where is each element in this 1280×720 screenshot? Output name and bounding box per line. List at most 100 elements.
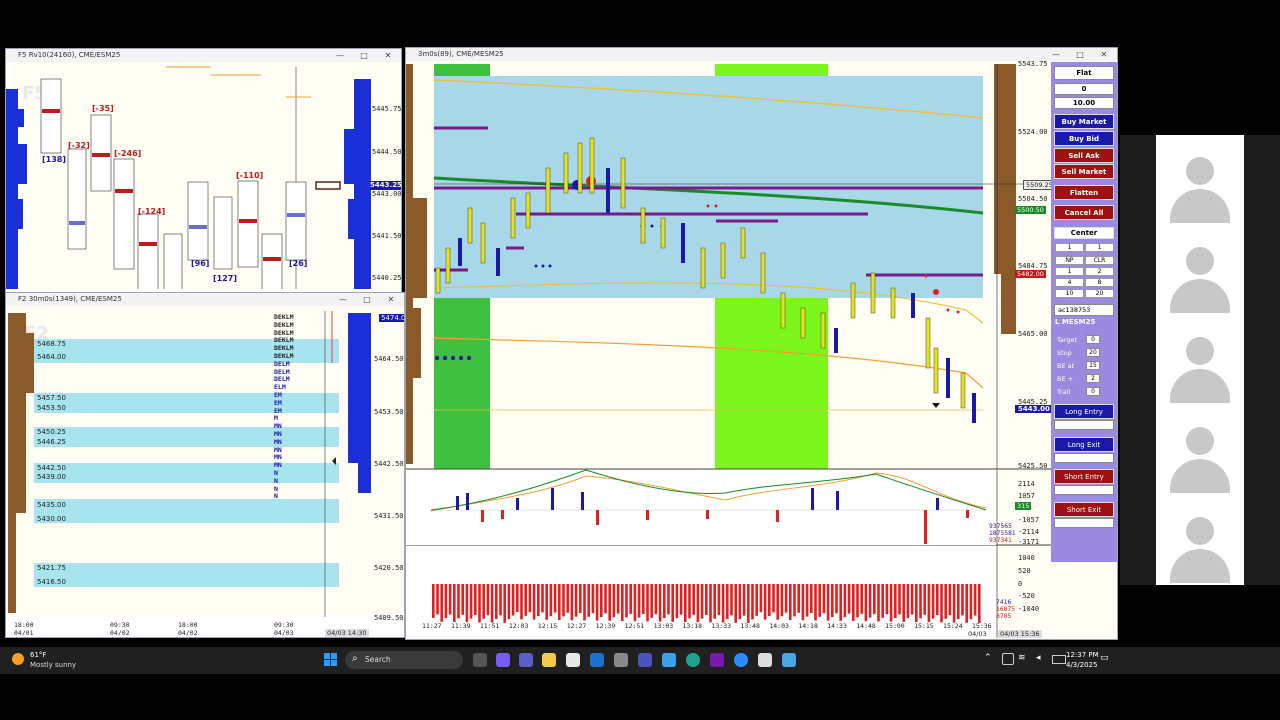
weather-desc[interactable]: Mostly sunny xyxy=(30,661,76,669)
be-at-input[interactable]: 15 xyxy=(1086,361,1100,370)
grid-cell[interactable]: 10 xyxy=(1055,289,1084,298)
avatar-icon xyxy=(1186,427,1214,455)
tpo-profile-window[interactable]: F2 30m0s(1349), CME/ESM25 — □ ✕ F2 5468.… xyxy=(5,292,405,638)
grid-cell[interactable]: 1 xyxy=(1055,267,1084,276)
notification-icon[interactable]: ▭ xyxy=(1100,653,1109,663)
price-axis-label: 5465.00 xyxy=(1018,330,1048,338)
file-explorer-icon[interactable] xyxy=(542,653,556,667)
network-icon[interactable] xyxy=(1002,653,1014,665)
level-label: 5421.75 xyxy=(37,564,66,572)
time-axis-label: 12:39 xyxy=(595,622,616,630)
flatten-button[interactable]: Flatten xyxy=(1054,185,1114,200)
edge-icon[interactable] xyxy=(686,653,700,667)
volume-value: 7416 xyxy=(996,599,1012,606)
store-icon[interactable] xyxy=(566,653,580,667)
grid-cell[interactable]: 20 xyxy=(1085,289,1114,298)
participant-tile[interactable] xyxy=(1156,135,1244,225)
main-chart-window[interactable]: 3m0s(89), CME/MESM25 — □ ✕ 5543.75 5524.… xyxy=(405,47,1118,640)
volume-bar xyxy=(684,584,687,622)
grid-cell[interactable]: 4 xyxy=(1055,278,1084,287)
grid-cell[interactable]: 8 xyxy=(1085,278,1114,287)
volume-bar xyxy=(625,584,628,618)
search-box[interactable]: ⌕ Search xyxy=(345,651,463,669)
wifi-icon[interactable]: ≋ xyxy=(1018,653,1026,663)
sell-ask-button[interactable]: Sell Ask xyxy=(1054,148,1114,163)
cancel-all-button[interactable]: Cancel All xyxy=(1054,205,1114,220)
clock-time[interactable]: 12:37 PM xyxy=(1066,651,1099,659)
speaker-icon[interactable]: ◂ xyxy=(1036,653,1041,663)
weather-temp[interactable]: 61°F xyxy=(30,651,46,659)
clock-date[interactable]: 4/3/2025 xyxy=(1066,661,1097,669)
onenote-icon[interactable] xyxy=(710,653,724,667)
copilot-icon[interactable] xyxy=(496,653,510,667)
short-entry-button[interactable]: Short Entry xyxy=(1054,469,1114,484)
teams-icon[interactable] xyxy=(519,653,533,667)
buy-market-button[interactable]: Buy Market xyxy=(1054,114,1114,129)
grid-cell[interactable]: 2 xyxy=(1085,267,1114,276)
account-select[interactable]: ac138753 xyxy=(1054,304,1114,316)
volume-bar xyxy=(436,584,439,615)
price-tag: 5443.00 xyxy=(1015,405,1053,413)
price-axis-label: 5453.50 xyxy=(374,408,404,416)
participant-tile[interactable] xyxy=(1156,225,1244,315)
target-input[interactable]: 0 xyxy=(1086,335,1100,344)
settings-icon[interactable] xyxy=(614,653,628,667)
volume-bar xyxy=(835,584,838,614)
weather-icon[interactable] xyxy=(12,653,24,665)
volume-bar xyxy=(860,584,863,614)
price-chart[interactable] xyxy=(406,48,1118,640)
footprint-chart[interactable] xyxy=(6,49,402,294)
time-axis-label: 11:51 xyxy=(479,622,500,630)
volume-bar xyxy=(818,584,821,617)
osc-value: 1875581 xyxy=(989,530,1016,537)
level-label: 5453.50 xyxy=(37,404,66,412)
short-exit-button[interactable]: Short Exit xyxy=(1054,502,1114,517)
participant-tile[interactable] xyxy=(1156,315,1244,405)
time-axis-label: 15:24 xyxy=(943,622,963,630)
price-axis-label: 5445.75 xyxy=(372,105,402,113)
long-entry-select[interactable] xyxy=(1054,420,1114,430)
volume-bar xyxy=(688,584,691,619)
grid-cell[interactable]: 1 xyxy=(1085,243,1114,252)
stop-input[interactable]: 20 xyxy=(1086,348,1100,357)
trading-app-icon[interactable] xyxy=(782,653,796,667)
grid-cell[interactable]: CLR xyxy=(1085,256,1114,265)
long-exit-select[interactable] xyxy=(1054,453,1114,463)
volume-bar xyxy=(721,584,725,623)
time-axis-label: 11:39 xyxy=(450,622,471,630)
quantity-field[interactable]: 10.00 xyxy=(1054,97,1114,109)
participant-tile[interactable] xyxy=(1156,405,1244,495)
symbol-label: L MESM25 xyxy=(1055,318,1096,326)
sell-market-button[interactable]: Sell Market xyxy=(1054,164,1114,179)
price-axis-label: 5543.75 xyxy=(1018,60,1048,68)
zoom-icon[interactable] xyxy=(734,653,748,667)
be-plus-input[interactable]: 2 xyxy=(1086,374,1100,383)
battery-icon[interactable] xyxy=(1052,655,1066,664)
photos-icon[interactable] xyxy=(662,653,676,667)
volume-bar xyxy=(768,584,771,616)
time-axis-label: 12:15 xyxy=(537,622,558,630)
footprint-window[interactable]: F5 Rv10(24160), CME/ESM25 — □ ✕ F5 [138]… xyxy=(5,48,402,294)
teams-classic-icon[interactable] xyxy=(638,653,652,667)
outlook-icon[interactable] xyxy=(590,653,604,667)
volume-bar xyxy=(570,584,574,621)
participant-tile[interactable] xyxy=(1156,495,1244,585)
app-window-icon[interactable] xyxy=(758,653,772,667)
trail-input[interactable]: 0 xyxy=(1086,387,1100,396)
short-entry-select[interactable] xyxy=(1054,485,1114,495)
start-icon[interactable] xyxy=(324,653,338,667)
long-entry-button[interactable]: Long Entry xyxy=(1054,404,1114,419)
buy-bid-button[interactable]: Buy Bid xyxy=(1054,131,1114,146)
grid-cell[interactable]: 1 xyxy=(1055,243,1084,252)
center-button[interactable]: Center xyxy=(1054,227,1114,239)
volume-bar xyxy=(906,584,910,619)
time-axis-label: 13:48 xyxy=(740,622,760,630)
short-exit-select[interactable] xyxy=(1054,518,1114,528)
grid-cell[interactable]: NP xyxy=(1055,256,1084,265)
osc-axis-label: 315 xyxy=(1015,502,1032,510)
long-exit-button[interactable]: Long Exit xyxy=(1054,437,1114,452)
param-label: BE + xyxy=(1057,375,1074,383)
tray-chevron-icon[interactable]: ⌃ xyxy=(984,653,992,663)
volume-bar xyxy=(562,584,565,617)
task-view-icon[interactable] xyxy=(473,653,487,667)
